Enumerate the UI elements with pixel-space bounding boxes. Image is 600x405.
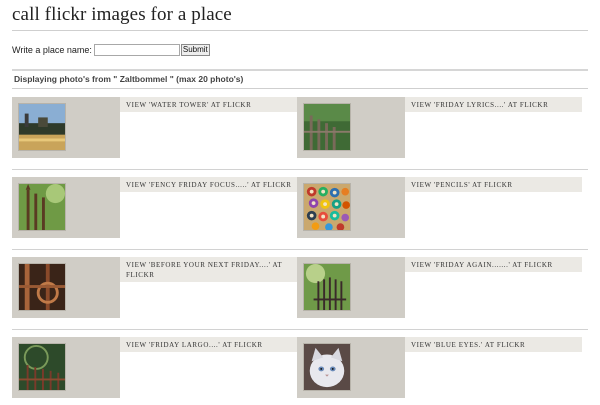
thumbnail-frame	[297, 97, 405, 158]
thumbnail-frame	[297, 257, 405, 318]
photo-card: View 'Friday again.......' at Flickr	[297, 257, 582, 318]
photo-card: View 'Blue eyes.' at Flickr	[297, 337, 582, 398]
view-at-flickr-link[interactable]: View 'Pencils' at Flickr	[405, 177, 582, 192]
iron-fence-photo[interactable]	[18, 343, 66, 391]
form-divider	[12, 69, 588, 71]
photo-card: View 'Water Tower' at Flickr	[12, 97, 297, 158]
view-at-flickr-link[interactable]: View 'Fency Friday Focus.....' at Flickr	[120, 177, 297, 192]
thumbnail-frame	[12, 177, 120, 238]
thumbnail-frame	[297, 337, 405, 398]
row-divider	[12, 249, 588, 250]
thumbnail-frame	[12, 97, 120, 158]
view-at-flickr-link[interactable]: View 'Friday again.......' at Flickr	[405, 257, 582, 272]
fence-photo[interactable]	[303, 103, 351, 151]
view-at-flickr-link[interactable]: View 'Water Tower' at Flickr	[120, 97, 297, 112]
view-at-flickr-link[interactable]: View 'Friday Largo....' at Flickr	[120, 337, 297, 352]
place-name-label: Write a place name:	[12, 45, 92, 55]
row-divider	[12, 329, 588, 330]
thumbnail-frame	[12, 257, 120, 318]
place-name-input[interactable]	[93, 44, 180, 56]
railing-photo[interactable]	[303, 263, 351, 311]
place-search-form: Write a place name: Submit	[12, 43, 210, 57]
pencils-photo[interactable]	[303, 183, 351, 231]
thumbnail-frame	[297, 177, 405, 238]
photo-card: View 'Friday Largo....' at Flickr	[12, 337, 297, 398]
photo-card: View 'Before your next Friday....' at Fl…	[12, 257, 297, 318]
view-at-flickr-link[interactable]: View 'Friday Lyrics....' at Flickr	[405, 97, 582, 112]
row-divider	[12, 169, 588, 170]
view-at-flickr-link[interactable]: View 'Before your next Friday....' at Fl…	[120, 257, 297, 282]
submit-button[interactable]: Submit	[180, 44, 210, 56]
results-heading: Displaying photo's from " Zaltbommel " (…	[14, 74, 244, 84]
rusty-gate-photo[interactable]	[18, 263, 66, 311]
page-title: call flickr images for a place	[12, 4, 232, 25]
view-at-flickr-link[interactable]: View 'Blue eyes.' at Flickr	[405, 337, 582, 352]
photo-card: View 'Fency Friday Focus.....' at Flickr	[12, 177, 297, 238]
thumbnail-frame	[12, 337, 120, 398]
heading-divider	[12, 88, 588, 89]
rusty-fence-photo[interactable]	[18, 183, 66, 231]
photo-card: View 'Friday Lyrics....' at Flickr	[297, 97, 582, 158]
cat-photo[interactable]	[303, 343, 351, 391]
photo-card: View 'Pencils' at Flickr	[297, 177, 582, 238]
water-tower-photo[interactable]	[18, 103, 66, 151]
title-divider	[12, 30, 588, 31]
